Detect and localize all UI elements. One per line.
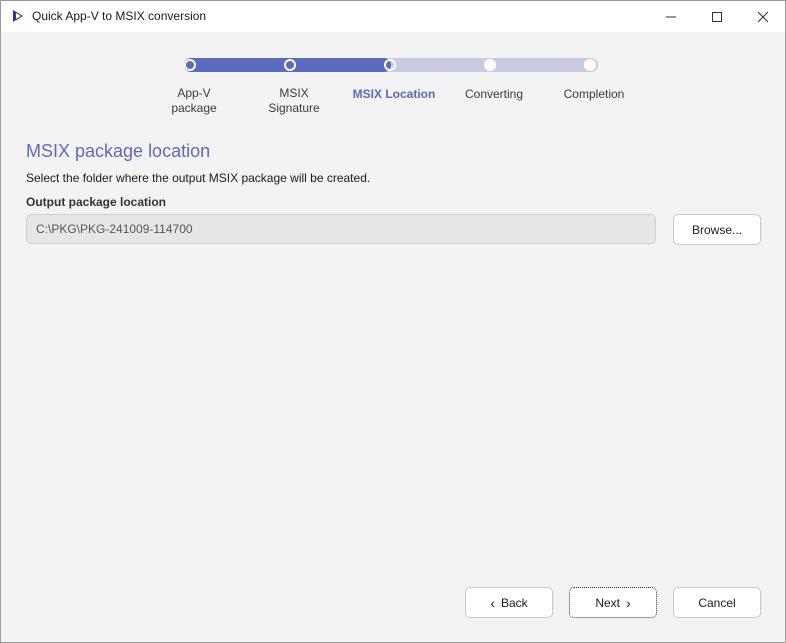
back-button[interactable]: ‹ Back [465, 587, 553, 618]
step-dot-converting [484, 59, 496, 71]
step-label-line2: package [171, 101, 217, 115]
maximize-icon [712, 11, 722, 22]
app-icon [13, 10, 23, 22]
minimize-icon [666, 16, 676, 17]
step-label-line1: MSIX Location [352, 87, 436, 101]
step-dot-app-v-package [184, 59, 196, 71]
minimize-button[interactable] [648, 1, 694, 32]
title-bar[interactable]: Quick App-V to MSIX conversion [1, 1, 785, 32]
back-button-label: Back [500, 595, 528, 610]
step-dot-msix-location [384, 59, 396, 71]
next-button[interactable]: Next › [569, 587, 657, 618]
page-description: Select the folder where the output MSIX … [26, 171, 371, 185]
app-window: Quick App-V to MSIX conversion App-V pac… [0, 0, 786, 643]
step-label-line1: App-V [177, 86, 211, 100]
step-label-line1: Completion [563, 87, 625, 101]
close-button[interactable] [740, 1, 785, 32]
chevron-right-icon: › [626, 594, 631, 611]
step-label-app-v-package: App-V package [149, 86, 239, 116]
window-title: Quick App-V to MSIX conversion [32, 9, 207, 23]
step-label-line1: Converting [464, 87, 524, 101]
next-button-label: Next [595, 595, 620, 610]
output-location-field[interactable] [26, 214, 656, 244]
step-label-line1: MSIX [279, 86, 309, 100]
step-label-msix-signature: MSIX Signature [249, 86, 339, 116]
step-label-completion: Completion [549, 87, 639, 102]
step-label-converting: Converting [449, 87, 539, 102]
cancel-button[interactable]: Cancel [673, 587, 761, 618]
step-dot-completion [584, 59, 596, 71]
step-label-msix-location: MSIX Location [349, 87, 439, 102]
browse-button[interactable]: Browse... [673, 214, 761, 245]
output-location-label: Output package location [26, 195, 167, 209]
maximize-button[interactable] [694, 1, 740, 32]
step-label-line2: Signature [268, 101, 320, 115]
close-icon [758, 11, 768, 22]
step-dot-msix-signature [284, 59, 296, 71]
chevron-left-icon: ‹ [490, 594, 495, 611]
wizard-stepper: App-V package MSIX Signature MSIX Locati… [1, 32, 785, 132]
page-title: MSIX package location [26, 141, 211, 161]
